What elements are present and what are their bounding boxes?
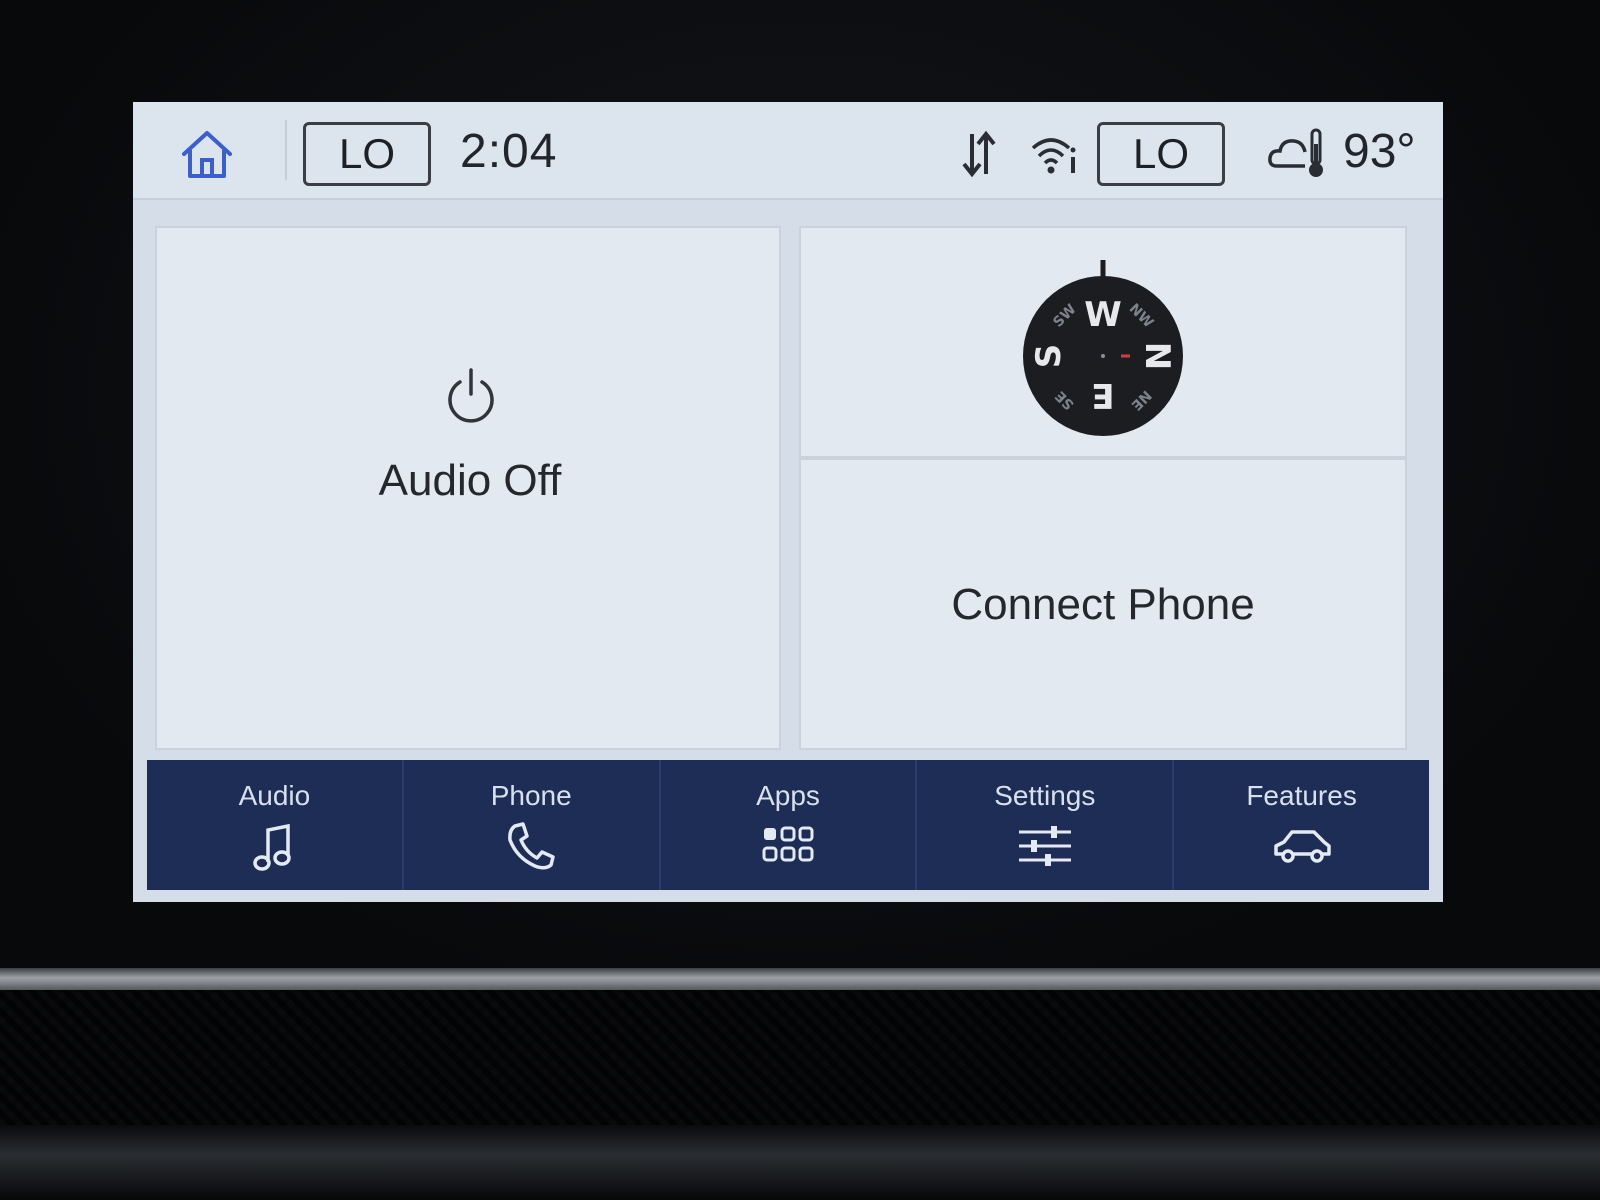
outside-temperature: 93° [1343,125,1416,178]
weather-icon [1268,128,1323,177]
nav-features[interactable]: Features [1174,760,1429,890]
nav-features-label: Features [1246,780,1357,811]
compass-icon: W E N S NW NE SW SE [1023,260,1183,436]
status-bar: LO 2:04 LO 93° [133,102,1443,200]
carbon-fiber-trim [0,990,1600,1125]
wifi-icon [1031,138,1076,174]
apps-grid-icon [762,826,814,862]
compass-south: S [1029,344,1069,369]
sliders-icon [1018,826,1071,866]
clock: 2:04 [460,125,558,178]
nav-audio-label: Audio [238,780,311,811]
compass-west: W [1084,295,1122,335]
driver-climate-setting[interactable]: LO [303,122,431,186]
dashboard-panel [0,1125,1600,1200]
nav-phone[interactable]: Phone [404,760,661,890]
status-divider [285,120,287,180]
sync-icon [962,130,996,178]
audio-status-label: Audio Off [378,456,562,505]
chrome-trim [0,968,1600,990]
infotainment-screen: LO 2:04 LO 93° Audio Off W E N S NW NE S… [133,102,1443,902]
nav-audio[interactable]: Audio [147,760,404,890]
nav-settings[interactable]: Settings [917,760,1175,890]
audio-tile[interactable]: Audio Off [155,226,781,750]
music-note-icon [253,823,292,871]
passenger-climate-setting[interactable]: LO [1097,122,1225,186]
nav-apps-label: Apps [756,780,820,811]
phone-icon [508,822,555,870]
nav-settings-label: Settings [994,780,1096,811]
nav-phone-label: Phone [490,780,572,811]
car-icon [1273,830,1331,863]
compass-east: E [1091,375,1114,415]
connect-phone-tile[interactable]: Connect Phone [799,458,1407,750]
nav-apps[interactable]: Apps [661,760,918,890]
home-icon[interactable] [179,128,235,180]
bottom-nav-bar: Audio Phone Apps Settings Features [147,760,1429,890]
connect-phone-label: Connect Phone [951,580,1255,629]
power-icon [448,368,494,423]
compass-tile[interactable]: W E N S NW NE SW SE [799,226,1407,458]
compass-north: N [1137,342,1177,370]
